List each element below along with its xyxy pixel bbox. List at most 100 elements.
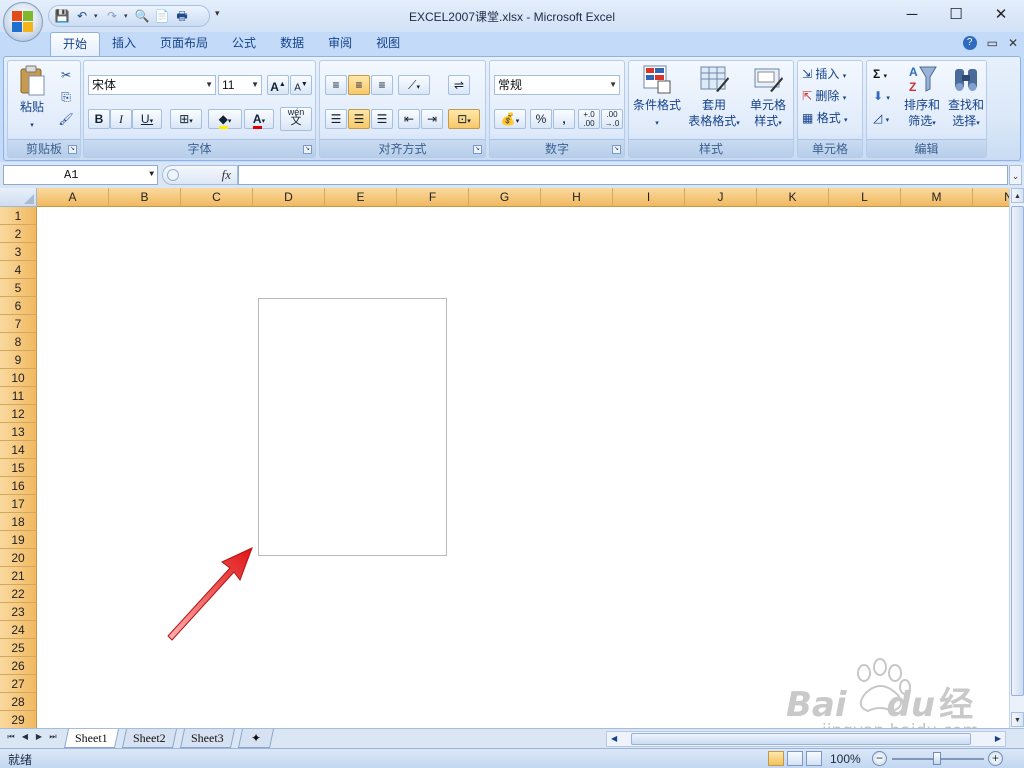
cell-styles-button[interactable]: 单元格 样式▾ bbox=[745, 63, 791, 132]
workbook-close-icon[interactable]: ✕ bbox=[1008, 36, 1018, 50]
font-color-button[interactable]: A▾ bbox=[244, 109, 274, 129]
orientation-button[interactable]: ⟋▾ bbox=[398, 75, 430, 95]
formula-handle-icon[interactable] bbox=[167, 169, 179, 181]
row-header[interactable]: 3 bbox=[0, 243, 37, 261]
sheet-tab-1[interactable]: Sheet1 bbox=[63, 729, 119, 748]
column-header[interactable]: F bbox=[397, 188, 469, 207]
sheet-tab-2[interactable]: Sheet2 bbox=[121, 729, 177, 748]
row-header[interactable]: 23 bbox=[0, 603, 37, 621]
row-header[interactable]: 24 bbox=[0, 621, 37, 639]
sheet-tab-3[interactable]: Sheet3 bbox=[179, 729, 235, 748]
underline-button[interactable]: U▾ bbox=[132, 109, 162, 129]
tab-formulas[interactable]: 公式 bbox=[220, 32, 268, 56]
row-header[interactable]: 12 bbox=[0, 405, 37, 423]
percent-button[interactable]: % bbox=[530, 109, 552, 129]
tab-view[interactable]: 视图 bbox=[364, 32, 412, 56]
chevron-down-icon[interactable]: ▼ bbox=[149, 166, 154, 184]
column-header[interactable]: C bbox=[181, 188, 253, 207]
row-header[interactable]: 14 bbox=[0, 441, 37, 459]
conditional-formatting-button[interactable]: 条件格式 ▾ bbox=[631, 63, 683, 132]
row-header[interactable]: 18 bbox=[0, 513, 37, 531]
tab-home[interactable]: 开始 bbox=[50, 32, 101, 56]
insert-function-button[interactable]: fx bbox=[222, 167, 231, 183]
bold-button[interactable]: B bbox=[88, 109, 110, 129]
fill-color-button[interactable]: ◆▾ bbox=[208, 109, 242, 129]
zoom-level[interactable]: 100% bbox=[830, 752, 861, 766]
row-header[interactable]: 27 bbox=[0, 675, 37, 693]
autosum-button[interactable]: Σ ▾ bbox=[873, 64, 887, 84]
first-sheet-icon[interactable]: ⏮ bbox=[6, 732, 16, 742]
zoom-in-icon[interactable]: + bbox=[988, 751, 1003, 766]
tab-review[interactable]: 审阅 bbox=[316, 32, 364, 56]
number-launcher-icon[interactable]: ↘ bbox=[612, 145, 621, 154]
row-header[interactable]: 21 bbox=[0, 567, 37, 585]
scroll-down-icon[interactable]: ▼ bbox=[1011, 712, 1024, 727]
italic-button[interactable]: I bbox=[110, 109, 132, 129]
sort-filter-button[interactable]: AZ 排序和 筛选▾ bbox=[901, 63, 943, 132]
last-sheet-icon[interactable]: ⏭ bbox=[48, 732, 58, 742]
row-header[interactable]: 25 bbox=[0, 639, 37, 657]
tab-data[interactable]: 数据 bbox=[268, 32, 316, 56]
formula-input[interactable] bbox=[238, 165, 1008, 185]
row-header[interactable]: 26 bbox=[0, 657, 37, 675]
row-header[interactable]: 9 bbox=[0, 351, 37, 369]
column-header[interactable]: K bbox=[757, 188, 829, 207]
shrink-font-button[interactable]: A▼ bbox=[290, 75, 312, 95]
copy-icon[interactable]: ⎘ bbox=[58, 89, 74, 105]
clear-button[interactable]: ◿ ▾ bbox=[873, 108, 889, 128]
expand-formula-bar-icon[interactable]: ⌄ bbox=[1009, 165, 1022, 185]
column-header[interactable]: I bbox=[613, 188, 685, 207]
next-sheet-icon[interactable]: ▶ bbox=[34, 732, 44, 741]
column-header[interactable]: G bbox=[469, 188, 541, 207]
tab-insert[interactable]: 插入 bbox=[100, 32, 148, 56]
restore-icon[interactable]: ▭ bbox=[987, 36, 998, 50]
scroll-up-icon[interactable]: ▲ bbox=[1011, 188, 1024, 203]
select-all-button[interactable] bbox=[0, 188, 37, 207]
row-header[interactable]: 20 bbox=[0, 549, 37, 567]
normal-view-button[interactable] bbox=[768, 751, 784, 766]
increase-decimal-button[interactable]: +.0 .00 bbox=[578, 109, 600, 129]
fill-button[interactable]: ⬇ ▾ bbox=[873, 86, 890, 106]
minimize-button[interactable]: ─ bbox=[897, 4, 927, 26]
page-layout-view-button[interactable] bbox=[787, 751, 803, 766]
vertical-scrollbar[interactable]: ▲ ▼ bbox=[1009, 188, 1024, 728]
phonetic-button[interactable]: wén 文 bbox=[280, 107, 312, 131]
row-header[interactable]: 22 bbox=[0, 585, 37, 603]
close-button[interactable]: ✕ bbox=[986, 4, 1016, 26]
grow-font-button[interactable]: A▲ bbox=[267, 75, 289, 95]
format-as-table-button[interactable]: 套用 表格格式▾ bbox=[685, 63, 743, 132]
font-size-combo[interactable]: 11 ▼ bbox=[218, 75, 262, 95]
row-header[interactable]: 28 bbox=[0, 693, 37, 711]
help-icon[interactable]: ? bbox=[962, 36, 977, 50]
tab-page-layout[interactable]: 页面布局 bbox=[148, 32, 220, 56]
row-header[interactable]: 15 bbox=[0, 459, 37, 477]
find-select-button[interactable]: 查找和 选择▾ bbox=[945, 63, 987, 132]
prev-sheet-icon[interactable]: ◀ bbox=[20, 732, 30, 741]
scroll-left-icon[interactable]: ◀ bbox=[611, 732, 617, 746]
format-painter-icon[interactable]: 🖌 bbox=[58, 111, 74, 127]
scroll-right-icon[interactable]: ▶ bbox=[995, 732, 1001, 746]
format-cells-button[interactable]: ▦ 格式 ▾ bbox=[802, 108, 848, 128]
column-header[interactable]: D bbox=[253, 188, 325, 207]
wrap-text-button[interactable]: ⇌ bbox=[448, 75, 470, 95]
column-header[interactable]: A bbox=[37, 188, 109, 207]
row-header[interactable]: 5 bbox=[0, 279, 37, 297]
align-bottom-button[interactable]: ≡ bbox=[371, 75, 393, 95]
merge-center-button[interactable]: ⊡▾ bbox=[448, 109, 480, 129]
column-header[interactable]: B bbox=[109, 188, 181, 207]
insert-cells-button[interactable]: ⇲ 插入 ▾ bbox=[802, 64, 846, 84]
cut-icon[interactable]: ✂ bbox=[58, 67, 74, 83]
comma-button[interactable]: , bbox=[553, 109, 575, 129]
align-center-button[interactable]: ☰ bbox=[348, 109, 370, 129]
decrease-decimal-button[interactable]: .00 →.0 bbox=[601, 109, 623, 129]
zoom-slider-thumb[interactable] bbox=[933, 752, 941, 765]
accounting-format-button[interactable]: 💰▾ bbox=[494, 109, 526, 129]
column-header[interactable]: J bbox=[685, 188, 757, 207]
column-header[interactable]: L bbox=[829, 188, 901, 207]
font-name-combo[interactable]: 宋体 ▼ bbox=[88, 75, 216, 95]
row-header[interactable]: 8 bbox=[0, 333, 37, 351]
column-header[interactable]: E bbox=[325, 188, 397, 207]
delete-cells-button[interactable]: ⇱ 删除 ▾ bbox=[802, 86, 846, 106]
clipboard-launcher-icon[interactable]: ↘ bbox=[68, 145, 77, 154]
borders-button[interactable]: ⊞▾ bbox=[170, 109, 202, 129]
